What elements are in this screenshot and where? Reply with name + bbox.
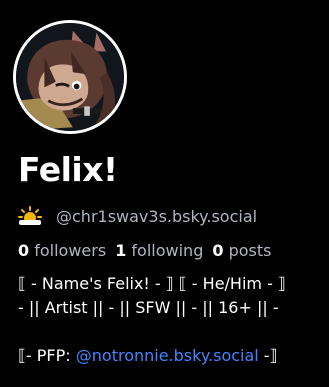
posts-count: 0 [212,240,224,260]
followers-label: followers [34,240,107,260]
avatar[interactable] [13,20,127,134]
bio-pfp-suffix: -⟧ [258,346,278,365]
mention-link[interactable]: @notronnie.bsky.social [76,346,259,365]
display-name: Felix! [18,150,118,189]
bio-line: - || Artist || - || SFW || - || 16+ || - [18,298,279,317]
followers-count: 0 [18,240,30,260]
following-label: following [131,240,204,260]
avatar-illustration [16,23,124,131]
posts-label: posts [228,240,272,260]
bio-line: ⟦ - Name's Felix! - ⟧ ⟦ - He/Him - ⟧ [18,274,286,293]
sun-behind-cloud-icon [18,205,42,227]
bio-spacer [18,320,324,344]
handle-row: @chr1swav3s.bsky.social [18,204,257,228]
following-count: 1 [115,240,127,260]
profile-stats: 0 followers 1 following 0 posts [18,239,280,261]
profile-bio: ⟦ - Name's Felix! - ⟧ ⟦ - He/Him - ⟧ - |… [18,272,324,368]
user-handle[interactable]: @chr1swav3s.bsky.social [56,207,257,226]
followers-stat[interactable]: 0 followers [18,241,106,260]
following-stat[interactable]: 1 following [115,241,203,260]
posts-stat: 0 posts [212,241,271,260]
bio-pfp-prefix: ⟦- PFP: [18,346,76,365]
bio-line-pfp: ⟦- PFP: @notronnie.bsky.social -⟧ [18,344,324,368]
